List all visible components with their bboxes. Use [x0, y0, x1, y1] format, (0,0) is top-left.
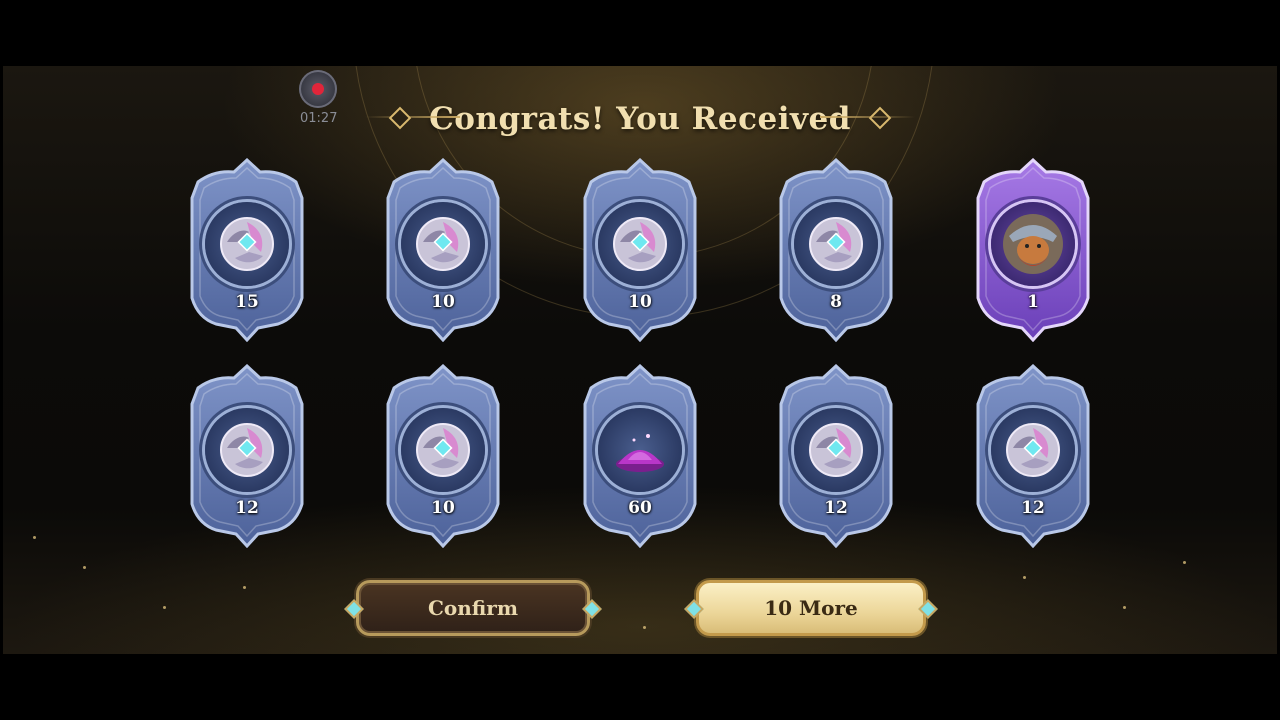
emblem-icon [205, 408, 289, 492]
ornament-line-left [365, 116, 460, 118]
reward-card[interactable]: 12 [974, 364, 1092, 548]
reward-screen [3, 66, 1277, 654]
reward-count: 12 [1021, 498, 1045, 518]
emblem-icon [991, 408, 1075, 492]
ornament-diamond-icon [388, 106, 412, 130]
record-button[interactable] [299, 70, 337, 108]
reward-count: 1 [1027, 292, 1039, 312]
magic-dust-icon [598, 408, 682, 492]
title-banner: Congrats! You Received [340, 96, 940, 142]
record-dot-icon [312, 83, 324, 95]
reward-count: 15 [235, 292, 259, 312]
page-title: Congrats! You Received [429, 101, 851, 137]
reward-card[interactable]: 10 [384, 364, 502, 548]
emblem-icon [794, 408, 878, 492]
reward-card[interactable]: 15 [188, 158, 306, 342]
screen-recorder[interactable] [296, 70, 340, 110]
reward-card[interactable]: 12 [777, 364, 895, 548]
emblem-icon [401, 408, 485, 492]
confirm-button-label: Confirm [427, 596, 519, 620]
reward-card[interactable]: 10 [581, 158, 699, 342]
confirm-button[interactable]: Confirm [344, 580, 602, 636]
reward-count: 10 [431, 498, 455, 518]
reward-card[interactable]: 12 [188, 364, 306, 548]
hero-portrait-icon [991, 202, 1075, 286]
emblem-icon [598, 202, 682, 286]
reward-count: 12 [235, 498, 259, 518]
ornament-line-right [820, 116, 915, 118]
reward-count: 12 [824, 498, 848, 518]
reward-count: 8 [830, 292, 842, 312]
reward-card[interactable]: 8 [777, 158, 895, 342]
recording-timer: 01:27 [300, 111, 338, 126]
reward-count: 10 [431, 292, 455, 312]
reward-card[interactable]: 60 [581, 364, 699, 548]
ornament-diamond-icon [868, 106, 892, 130]
reward-card[interactable]: 10 [384, 158, 502, 342]
ten-more-button[interactable]: 10 More [684, 580, 938, 636]
emblem-icon [794, 202, 878, 286]
reward-count: 10 [628, 292, 652, 312]
ten-more-button-label: 10 More [764, 596, 858, 620]
reward-count: 60 [628, 498, 652, 518]
reward-card[interactable]: 1 [974, 158, 1092, 342]
emblem-icon [205, 202, 289, 286]
emblem-icon [401, 202, 485, 286]
